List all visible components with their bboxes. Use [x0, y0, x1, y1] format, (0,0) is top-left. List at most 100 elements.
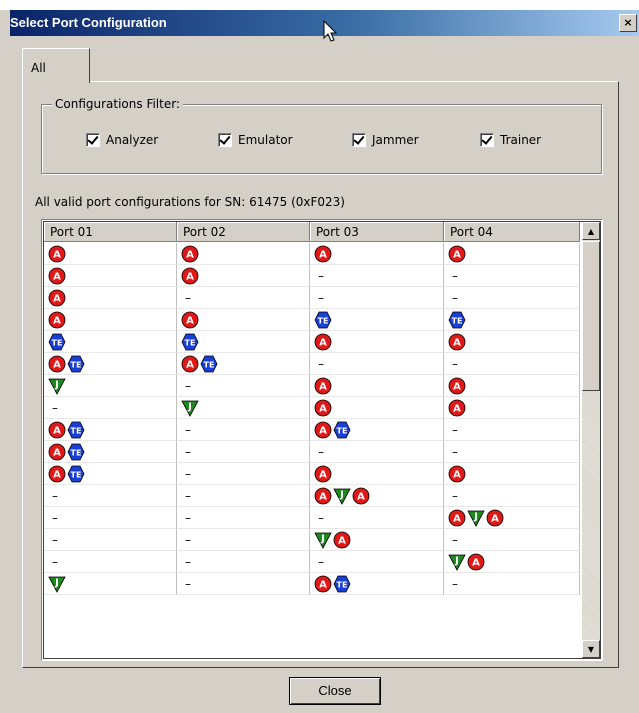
port-cell[interactable]: – — [444, 441, 580, 463]
port-cell[interactable]: – — [310, 441, 444, 463]
port-cell[interactable]: – — [177, 441, 310, 463]
port-cell[interactable]: – — [310, 287, 444, 309]
port-cell[interactable]: – — [310, 551, 444, 573]
column-header-port-03[interactable]: Port 03 — [310, 222, 444, 242]
table-row[interactable]: J – A A — [44, 375, 580, 397]
port-cell[interactable]: A TE — [44, 441, 177, 463]
port-cell[interactable]: – — [177, 507, 310, 529]
port-cell[interactable]: J — [44, 573, 177, 595]
port-cell[interactable]: – — [444, 353, 580, 375]
port-cell[interactable]: – — [44, 551, 177, 573]
port-cell[interactable]: A — [44, 287, 177, 309]
analyzer-checkbox[interactable]: Analyzer — [86, 133, 158, 147]
table-row[interactable]: A – – – — [44, 287, 580, 309]
table-row[interactable]: A TE – – – — [44, 441, 580, 463]
port-cell[interactable]: A TE — [310, 573, 444, 595]
vertical-scrollbar[interactable]: ▲ ▼ — [582, 222, 600, 658]
table-row[interactable]: – – – J A — [44, 551, 580, 573]
port-cell[interactable]: – — [44, 507, 177, 529]
table-row[interactable]: – – A J A – — [44, 485, 580, 507]
table-row[interactable]: – – J A – — [44, 529, 580, 551]
port-cell[interactable]: AJA — [444, 507, 580, 529]
table-row[interactable]: A TE A TE – – — [44, 353, 580, 375]
port-cell[interactable]: A TE — [44, 419, 177, 441]
tab-all[interactable]: All — [22, 48, 90, 83]
port-cell[interactable]: A — [310, 331, 444, 353]
port-cell[interactable]: – — [44, 485, 177, 507]
port-cell[interactable]: – — [310, 265, 444, 287]
column-header-port-01[interactable]: Port 01 — [44, 222, 177, 242]
port-cell[interactable]: J — [44, 375, 177, 397]
analyzer-icon: A — [181, 355, 199, 372]
column-header-port-04[interactable]: Port 04 — [444, 222, 580, 242]
table-row[interactable]: A TE – A TE – — [44, 419, 580, 441]
port-cell[interactable]: – — [177, 551, 310, 573]
port-cell[interactable]: – — [177, 287, 310, 309]
port-cell[interactable]: – — [444, 287, 580, 309]
port-cell[interactable]: A TE — [44, 353, 177, 375]
port-cell[interactable]: – — [44, 397, 177, 419]
port-cell[interactable]: A — [444, 397, 580, 419]
scroll-up-button[interactable]: ▲ — [582, 222, 600, 240]
window-close-button[interactable]: × — [619, 14, 637, 32]
port-cell[interactable]: – — [444, 485, 580, 507]
port-cell[interactable]: A — [177, 243, 310, 265]
table-row[interactable]: – J A A — [44, 397, 580, 419]
port-cell[interactable]: A — [44, 309, 177, 331]
table-row[interactable]: TE TE A A — [44, 331, 580, 353]
emulator-checkbox[interactable]: Emulator — [218, 133, 293, 147]
port-cell[interactable]: A — [444, 463, 580, 485]
port-cell[interactable]: – — [310, 507, 444, 529]
port-cell[interactable]: AJA — [310, 485, 444, 507]
table-row[interactable]: AAAA — [44, 243, 580, 265]
port-cell[interactable]: A — [44, 265, 177, 287]
port-cell[interactable]: – — [177, 529, 310, 551]
port-cell[interactable]: A — [310, 243, 444, 265]
port-cell[interactable]: – — [177, 419, 310, 441]
port-cell[interactable]: A — [177, 309, 310, 331]
port-cell[interactable]: TE — [310, 309, 444, 331]
jammer-checkbox[interactable]: Jammer — [352, 133, 419, 147]
port-cell[interactable]: – — [444, 265, 580, 287]
scroll-thumb[interactable] — [582, 241, 600, 391]
table-row[interactable]: – – – A J A — [44, 507, 580, 529]
scroll-down-button[interactable]: ▼ — [582, 640, 600, 658]
port-cell[interactable]: A TE — [44, 463, 177, 485]
port-cell[interactable]: – — [177, 573, 310, 595]
port-cell[interactable]: A TE — [310, 419, 444, 441]
port-cell[interactable]: A — [310, 375, 444, 397]
port-cell[interactable]: A — [444, 243, 580, 265]
port-cell[interactable]: – — [177, 485, 310, 507]
analyzer-icon: A — [314, 377, 332, 394]
port-cell[interactable]: A — [310, 397, 444, 419]
port-cell[interactable]: TE — [444, 309, 580, 331]
port-cell[interactable]: A — [310, 463, 444, 485]
port-cell[interactable]: J — [177, 397, 310, 419]
svg-text:A: A — [338, 535, 346, 546]
port-cell[interactable]: A — [44, 243, 177, 265]
table-row[interactable]: A A TE TE — [44, 309, 580, 331]
port-cell[interactable]: – — [444, 529, 580, 551]
port-cell[interactable]: – — [444, 573, 580, 595]
column-header-port-02[interactable]: Port 02 — [177, 222, 310, 242]
port-cell[interactable]: TE — [177, 331, 310, 353]
port-config-table[interactable]: Port 01 Port 02 Port 03 Port 04 A A A A A A – –… — [41, 219, 603, 661]
filter-legend: Configurations Filter: — [52, 97, 183, 111]
port-cell[interactable]: – — [44, 529, 177, 551]
table-row[interactable]: A A – – — [44, 265, 580, 287]
trainer-checkbox[interactable]: Trainer — [480, 133, 541, 147]
close-button[interactable]: Close — [289, 677, 381, 705]
port-cell[interactable]: JA — [444, 551, 580, 573]
port-cell[interactable]: A TE — [177, 353, 310, 375]
port-cell[interactable]: – — [177, 375, 310, 397]
table-row[interactable]: J – A TE – — [44, 573, 580, 595]
port-cell[interactable]: A — [444, 375, 580, 397]
port-cell[interactable]: A — [177, 265, 310, 287]
port-cell[interactable]: – — [444, 419, 580, 441]
port-cell[interactable]: JA — [310, 529, 444, 551]
port-cell[interactable]: – — [177, 463, 310, 485]
port-cell[interactable]: TE — [44, 331, 177, 353]
port-cell[interactable]: – — [310, 353, 444, 375]
port-cell[interactable]: A — [444, 331, 580, 353]
table-row[interactable]: A TE – A A — [44, 463, 580, 485]
